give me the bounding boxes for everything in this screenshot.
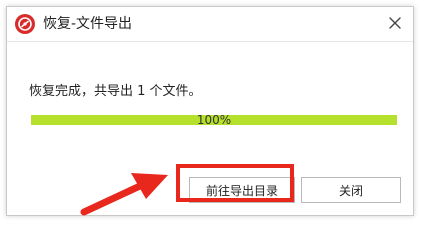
pointer-arrow-icon bbox=[80, 173, 168, 216]
